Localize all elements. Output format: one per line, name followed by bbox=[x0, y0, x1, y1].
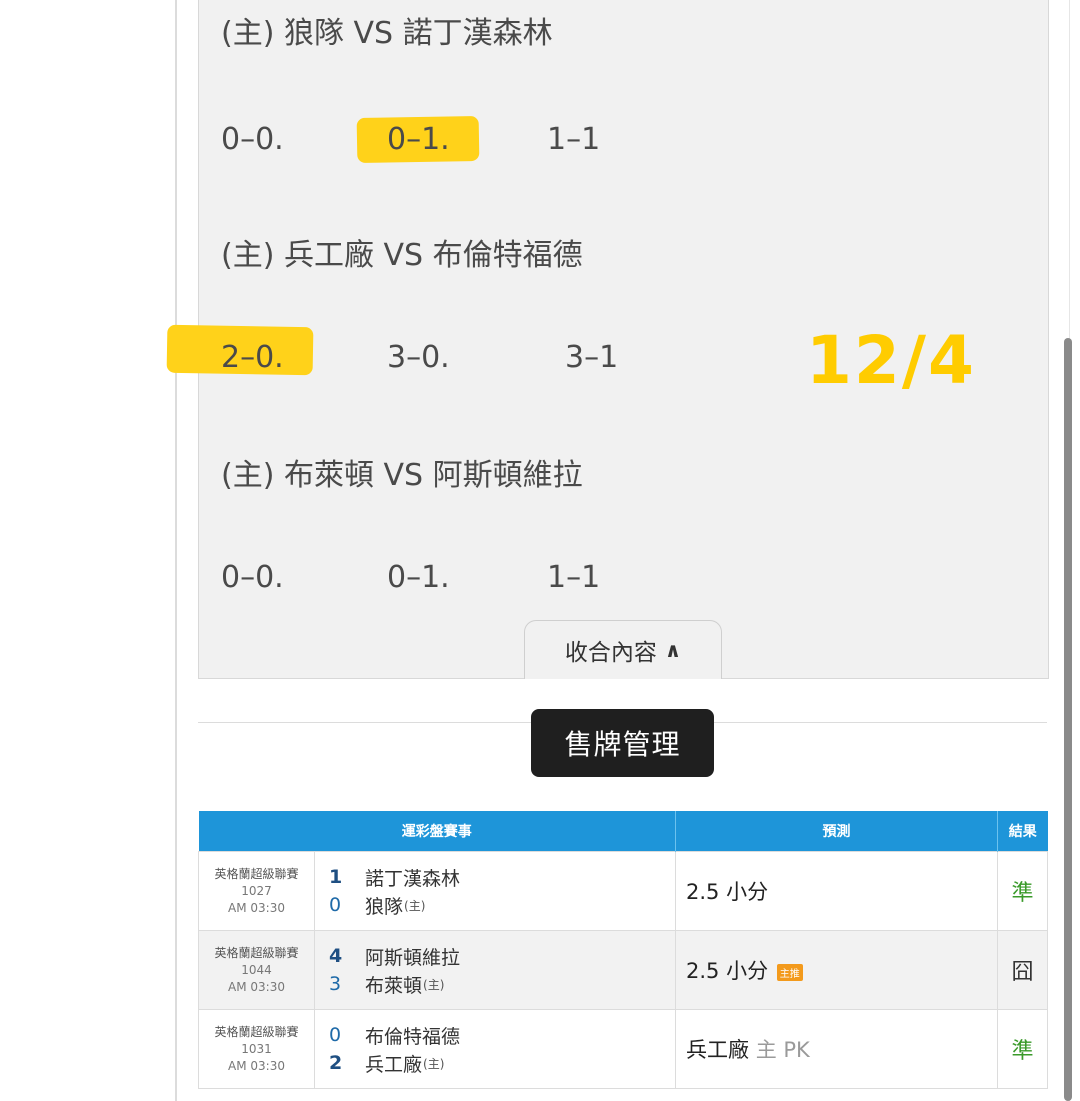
header-prediction: 預測 bbox=[675, 811, 998, 852]
score-option: 3–0. bbox=[387, 340, 450, 375]
prediction-cell: 2.5 小分 主推 bbox=[675, 930, 998, 1010]
header-result: 結果 bbox=[997, 811, 1048, 852]
team-score: 1 bbox=[329, 866, 343, 888]
table-row[interactable]: 英格蘭超級聯賽 1044 AM 03:30 4 阿斯頓維拉 3 布萊頓 (主) 2.5… bbox=[198, 930, 1048, 1010]
match-title: (主) 狼隊 VS 諾丁漢森林 bbox=[221, 16, 553, 51]
score-option: 0–0. bbox=[221, 560, 284, 595]
prediction-cell: 2.5 小分 bbox=[675, 851, 998, 931]
match-title: (主) 兵工廠 VS 布倫特福德 bbox=[221, 238, 583, 273]
prediction-text: 兵工廠 bbox=[686, 1038, 749, 1062]
score-option: 3–1 bbox=[565, 340, 619, 375]
game-code: 1031 bbox=[241, 1041, 272, 1056]
predictions-panel: (主) 狼隊 VS 諾丁漢森林 0–0. 0–1. 1–1 (主) 兵工廠 VS… bbox=[166, 0, 1049, 679]
team-name: 兵工廠 bbox=[365, 1053, 423, 1076]
team-score: 0 bbox=[329, 894, 342, 916]
team-score: 4 bbox=[329, 945, 343, 967]
chevron-up-icon: ∧ bbox=[664, 638, 682, 662]
league-cell: 英格蘭超級聯賽 1027 AM 03:30 bbox=[198, 851, 315, 931]
home-tag: (主) bbox=[423, 977, 445, 992]
teams-cell: 4 阿斯頓維拉 3 布萊頓 (主) bbox=[314, 930, 676, 1010]
collapse-label: 收合內容 bbox=[564, 640, 657, 666]
league-cell: 英格蘭超級聯賽 1044 AM 03:30 bbox=[198, 930, 315, 1010]
team-score: 0 bbox=[329, 1024, 342, 1046]
team-name: 狼隊 bbox=[365, 895, 404, 918]
table-row[interactable]: 英格蘭超級聯賽 1031 AM 03:30 0 布倫特福德 2 兵工廠 (主) 兵工廠… bbox=[198, 1009, 1048, 1089]
scrollbar[interactable] bbox=[1064, 338, 1072, 1101]
home-tag: (主) bbox=[404, 898, 426, 913]
league-name: 英格蘭超級聯賽 bbox=[214, 1024, 299, 1039]
prediction-text: 2.5 小分 bbox=[686, 959, 769, 983]
result-cell: 準 bbox=[997, 851, 1048, 931]
score-option: 1–1 bbox=[547, 560, 601, 595]
league-name: 英格蘭超級聯賽 bbox=[214, 866, 299, 881]
match-title: (主) 布萊頓 VS 阿斯頓維拉 bbox=[221, 458, 583, 493]
game-time: AM 03:30 bbox=[228, 1058, 285, 1073]
score-option: 1–1 bbox=[547, 122, 601, 157]
score-option: 0–0. bbox=[221, 122, 284, 157]
team-score: 2 bbox=[329, 1052, 343, 1074]
featured-badge: 主推 bbox=[776, 963, 803, 981]
collapse-content-button[interactable]: 收合內容 ∧ bbox=[524, 620, 722, 679]
tooltip: 售牌管理 bbox=[531, 709, 714, 777]
game-time: AM 03:30 bbox=[228, 979, 285, 994]
games-table: 運彩盤賽事 預測 結果 英格蘭超級聯賽 1027 AM 03:30 1 諾丁漢森林… bbox=[198, 811, 1048, 1089]
team-name: 諾丁漢森林 bbox=[365, 867, 461, 890]
result-cell: 準 bbox=[997, 1009, 1048, 1089]
league-name: 英格蘭超級聯賽 bbox=[214, 945, 299, 960]
game-time: AM 03:30 bbox=[228, 900, 285, 915]
team-name: 布倫特福德 bbox=[365, 1025, 461, 1048]
score-option: 0–1. bbox=[387, 122, 450, 157]
home-tag: (主) bbox=[423, 1056, 445, 1071]
date-mark: 12/4 bbox=[806, 322, 976, 399]
game-code: 1044 bbox=[241, 962, 272, 977]
left-border bbox=[175, 0, 177, 1101]
teams-cell: 0 布倫特福德 2 兵工廠 (主) bbox=[314, 1009, 676, 1089]
result-cell: 囧 bbox=[997, 930, 1048, 1010]
teams-cell: 1 諾丁漢森林 0 狼隊 (主) bbox=[314, 851, 676, 931]
score-option: 2–0. bbox=[221, 340, 284, 375]
team-score: 3 bbox=[329, 973, 342, 995]
score-option: 0–1. bbox=[387, 560, 450, 595]
table-row[interactable]: 英格蘭超級聯賽 1027 AM 03:30 1 諾丁漢森林 0 狼隊 (主) 2.5 … bbox=[198, 851, 1048, 931]
header-game: 運彩盤賽事 bbox=[198, 811, 676, 852]
team-name: 布萊頓 bbox=[365, 974, 423, 997]
prediction-text: 2.5 小分 bbox=[686, 880, 769, 904]
team-name: 阿斯頓維拉 bbox=[365, 946, 461, 969]
prediction-cell: 兵工廠 主 PK bbox=[675, 1009, 998, 1089]
prediction-suffix: 主 PK bbox=[755, 1038, 810, 1062]
tooltip-label: 售牌管理 bbox=[564, 728, 681, 761]
league-cell: 英格蘭超級聯賽 1031 AM 03:30 bbox=[198, 1009, 315, 1089]
game-code: 1027 bbox=[241, 883, 272, 898]
